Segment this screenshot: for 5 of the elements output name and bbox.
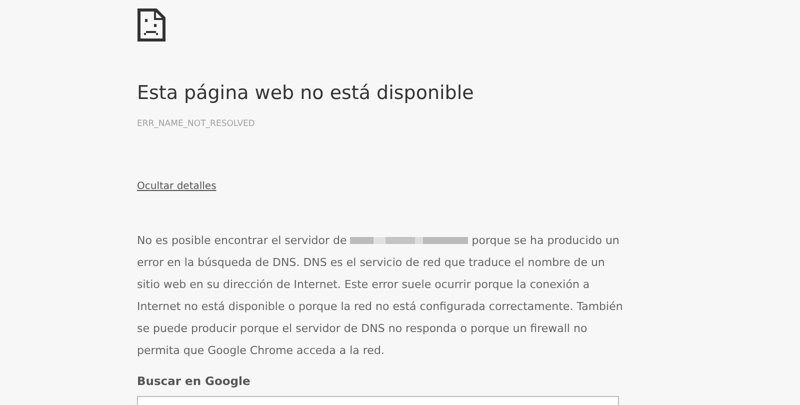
search-heading: Buscar en Google [137, 374, 250, 388]
error-title: Esta página web no está disponible [137, 81, 474, 106]
hide-details-link[interactable]: Ocultar detalles [137, 181, 216, 192]
error-code: ERR_NAME_NOT_RESOLVED [137, 119, 255, 129]
error-description: No es posible encontrar el servidor de porque se ha producido un error en la búsqueda de DNS. DNS es el servicio de red que traduce el nombre de un sitio web en su dirección de Internet. Este error suele ocurrir porque la conexión a Internet no está disponible o porque la red no está configurada correctamente. También se puede producir porque el servidor de DNS no responda o porque un firewall no permita que Google Chrome acceda a la red. [137, 233, 624, 359]
